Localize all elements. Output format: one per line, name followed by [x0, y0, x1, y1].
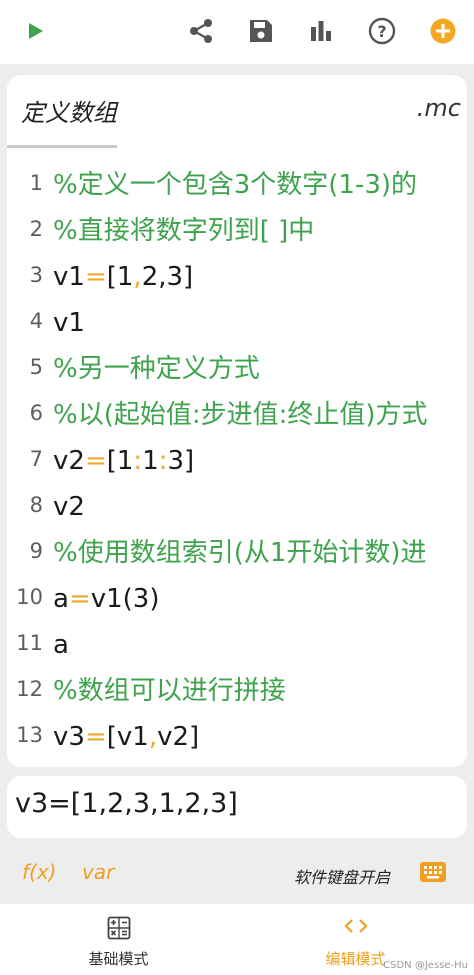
code-statement: a [53, 625, 69, 665]
top-toolbar: ? [0, 0, 474, 64]
code-line[interactable]: 3 v1=[1,2,3] [7, 255, 467, 301]
variable-button[interactable]: var [82, 860, 114, 884]
code-line[interactable]: 12 %数组可以进行拼接 [7, 669, 467, 715]
code-comment: %直接将数字列到[ ]中 [53, 216, 315, 246]
code-token: [1 [106, 262, 134, 292]
code-token: [1 [106, 446, 134, 476]
file-title[interactable]: 定义数组 [21, 93, 117, 128]
save-icon [250, 20, 272, 42]
keyboard-icon[interactable] [420, 862, 446, 882]
line-number: 11 [16, 631, 43, 655]
add-button[interactable] [422, 10, 464, 52]
code-operator: = [84, 262, 107, 292]
code-token: a [53, 584, 69, 614]
code-comment: %数组可以进行拼接 [53, 676, 286, 706]
code-comment: %另一种定义方式 [53, 354, 260, 384]
line-number: 6 [29, 401, 43, 425]
code-line[interactable]: 2 %直接将数字列到[ ]中 [7, 209, 467, 255]
share-icon [190, 19, 212, 43]
code-token: v1 [53, 262, 85, 292]
title-underline [7, 145, 117, 148]
code-comment: %定义一个包含3个数字(1-3)的 [53, 170, 418, 200]
help-icon: ? [368, 17, 396, 45]
code-statement: v2=[1:1:3] [53, 441, 194, 481]
code-brackets-icon [343, 919, 368, 933]
app-root: ? 定义数组 .mc 1 %定义一个包含3个数字(1-3)的 2 %直接将数字列到[ … [0, 0, 474, 975]
code-line[interactable]: 4 v1 [7, 301, 467, 347]
function-button[interactable]: f(x) [22, 860, 56, 884]
code-operator: : [133, 446, 143, 476]
code-line[interactable]: 6 %以(起始值:步进值:终止值)方式 [7, 393, 467, 439]
code-line[interactable]: 7 v2=[1:1:3] [7, 439, 467, 485]
line-number: 4 [29, 309, 43, 333]
line-number: 5 [29, 355, 43, 379]
bottom-navigation: 基础模式 编辑模式 CSDN @Jesse-Hu [0, 904, 474, 975]
code-line[interactable]: 10 a=v1(3) [7, 577, 467, 623]
code-line[interactable]: 14v3 [7, 761, 467, 767]
line-number: 7 [29, 447, 43, 471]
code-token: v3 [53, 722, 85, 752]
code-token: v2 [53, 492, 85, 522]
code-statement: v1=[1,2,3] [53, 257, 193, 297]
code-operator: = [84, 446, 107, 476]
code-token: 1 [142, 446, 159, 476]
code-token: [v1 [106, 722, 149, 752]
tab-basic-mode-label: 基础模式 [88, 950, 149, 968]
line-number: 3 [29, 263, 43, 287]
code-token: a [53, 630, 69, 660]
line-number: 13 [16, 723, 43, 747]
line-number: 8 [29, 493, 43, 517]
tab-basic-mode[interactable]: 基础模式 [0, 904, 237, 975]
file-extension: .mc [416, 94, 461, 122]
line-number: 2 [29, 217, 43, 241]
code-area[interactable]: 1 %定义一个包含3个数字(1-3)的 2 %直接将数字列到[ ]中 3 v1=[1,2,… [7, 163, 467, 767]
bar-chart-icon [311, 21, 331, 41]
code-line[interactable]: 8 v2 [7, 485, 467, 531]
help-glyph: ? [377, 22, 386, 41]
code-statement: a=v1(3) [53, 579, 160, 619]
save-button[interactable] [240, 10, 282, 52]
code-line[interactable]: 9 %使用数组索引(从1开始计数)进 [7, 531, 467, 577]
code-statement: v3=[v1,v2] [53, 717, 199, 757]
result-text: v3=[1,2,3,1,2,3] [15, 788, 238, 819]
code-operator: , [148, 722, 158, 752]
code-token: v2 [53, 446, 85, 476]
line-number: 12 [16, 677, 43, 701]
add-icon [430, 18, 456, 44]
code-token: v1(3) [90, 584, 160, 614]
run-button[interactable] [14, 10, 56, 52]
play-icon [29, 23, 43, 39]
code-comment: %以(起始值:步进值:终止值)方式 [53, 400, 428, 430]
code-line[interactable]: 13 v3=[v1,v2] [7, 715, 467, 761]
code-token: v1 [53, 308, 85, 338]
keyboard-toggle-label[interactable]: 软件键盘开启 [294, 864, 390, 888]
code-comment: %使用数组索引(从1开始计数)进 [53, 538, 427, 568]
line-number: 9 [29, 539, 43, 563]
share-button[interactable] [180, 10, 222, 52]
code-editor[interactable]: 定义数组 .mc 1 %定义一个包含3个数字(1-3)的 2 %直接将数字列到[ ]中… [7, 75, 467, 767]
code-line[interactable]: 5 %另一种定义方式 [7, 347, 467, 393]
code-line[interactable]: 11 a [7, 623, 467, 669]
calculator-icon [107, 916, 130, 940]
code-statement: v2 [53, 487, 85, 527]
code-token: v2] [157, 722, 200, 752]
code-operator: : [158, 446, 168, 476]
code-statement: v1 [53, 303, 85, 343]
code-line[interactable]: 1 %定义一个包含3个数字(1-3)的 [7, 163, 467, 209]
line-number: 1 [29, 171, 43, 195]
stats-button[interactable] [300, 10, 342, 52]
code-operator: , [133, 262, 142, 292]
code-operator: = [84, 722, 107, 752]
result-panel: v3=[1,2,3,1,2,3] [7, 776, 467, 838]
code-token: 2,3] [141, 262, 194, 292]
line-number: 10 [16, 585, 43, 609]
code-statement: v3 [53, 763, 85, 767]
help-button[interactable]: ? [361, 10, 403, 52]
code-operator: = [68, 584, 91, 614]
watermark: CSDN @Jesse-Hu [383, 960, 468, 971]
function-bar: f(x) var 软件键盘开启 [0, 846, 474, 902]
code-token: 3] [167, 446, 195, 476]
